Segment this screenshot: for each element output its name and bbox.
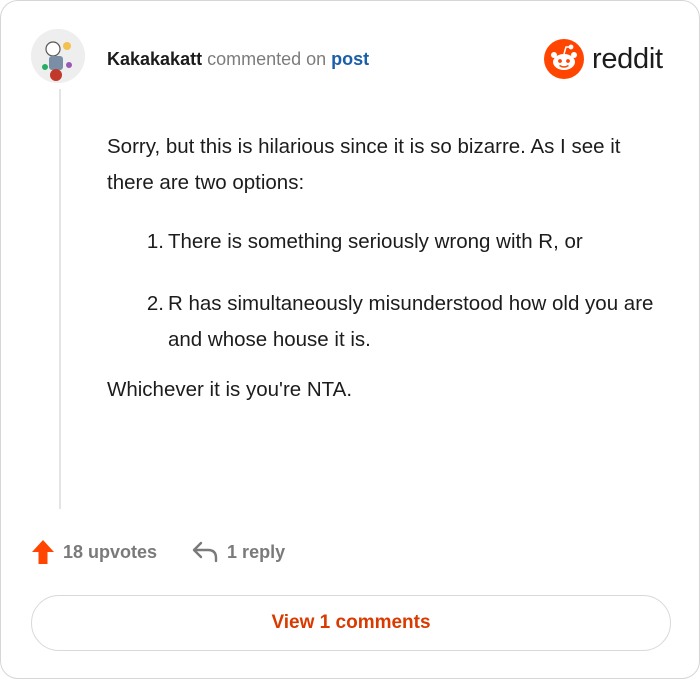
reply-button[interactable]: 1 reply [191,540,285,564]
list-item: 1. There is something seriously wrong wi… [107,224,657,260]
view-comments-button[interactable]: View 1 comments [31,595,671,651]
upvote-count: 18 upvotes [63,541,158,562]
options-list: 1. There is something seriously wrong wi… [107,224,657,358]
list-item: 2. R has simultaneously misunderstood ho… [107,286,657,358]
thread-line [59,89,61,509]
action-text: commented on [207,49,327,69]
username-link[interactable]: Kakakakatt [107,49,202,69]
reddit-logo[interactable]: reddit [544,39,663,79]
brand-name: reddit [592,42,663,75]
comment-footer: 18 upvotes 1 reply [31,537,285,567]
reddit-snoo-icon [544,39,584,79]
upvote-button[interactable]: 18 upvotes [31,539,157,565]
comment-card: Kakakakatt commented on post reddit Sorr… [0,0,700,679]
reply-count: 1 reply [227,541,286,562]
comment-body: Sorry, but this is hilarious since it is… [107,129,657,408]
post-link[interactable]: post [331,49,369,69]
list-number: 1. [146,230,164,253]
comment-header: Kakakakatt commented on post [107,47,369,71]
list-text: R has simultaneously misunderstood how o… [168,292,654,351]
comment-intro: Sorry, but this is hilarious since it is… [107,135,621,194]
user-avatar[interactable] [31,29,85,83]
list-number: 2. [146,292,164,315]
comment-conclusion: Whichever it is you're NTA. [107,378,353,401]
reply-arrow-icon [192,541,218,563]
upvote-arrow-icon [32,540,54,564]
list-text: There is something seriously wrong with … [168,230,583,253]
